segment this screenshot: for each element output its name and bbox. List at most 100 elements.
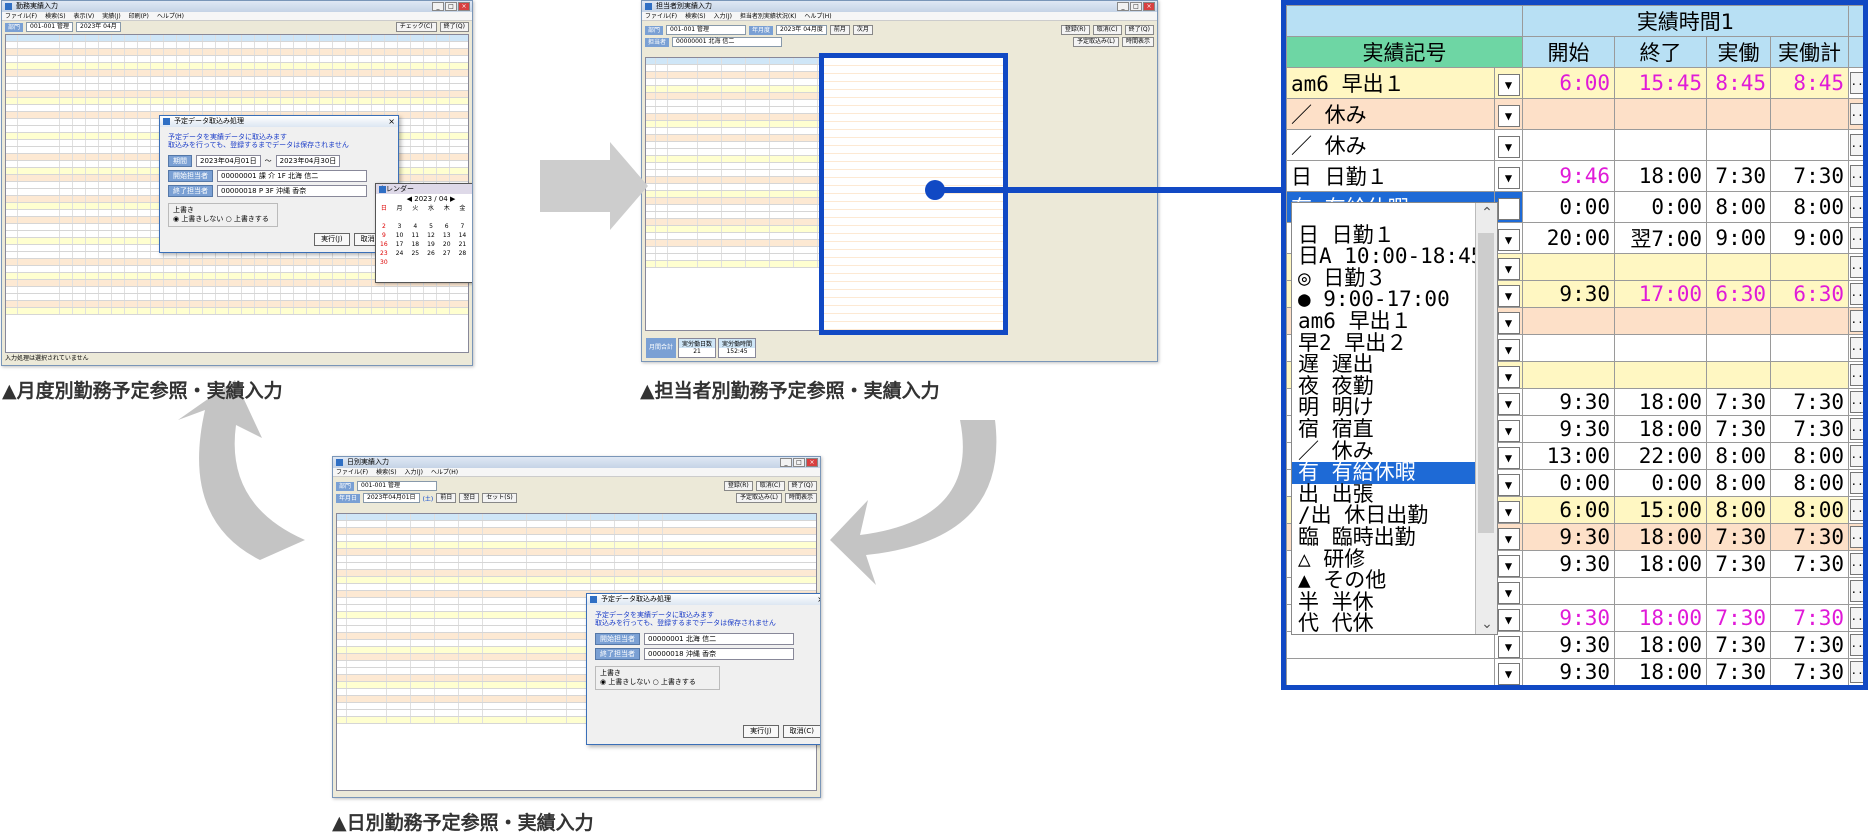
dropdown-arrow-icon[interactable]: ▼	[1497, 339, 1520, 361]
time-total-cell[interactable]: 8:00	[1770, 442, 1849, 470]
detail-button[interactable]: ...	[1848, 334, 1863, 362]
time-end-cell[interactable]: 18:00	[1614, 658, 1707, 685]
detail-button[interactable]: ...	[1848, 550, 1863, 578]
dropdown-option[interactable]: 有 有給休暇	[1292, 462, 1497, 484]
dropdown-scrollbar[interactable]: ⌃ ⌄	[1475, 203, 1497, 634]
time-total-cell[interactable]: 8:00	[1770, 191, 1849, 223]
dropdown-option[interactable]: 出 出張	[1292, 483, 1497, 506]
time-end-cell[interactable]: 18:00	[1614, 550, 1707, 578]
detail-button[interactable]: ...	[1848, 160, 1863, 192]
dropdown-option[interactable]: 日 日勤１	[1292, 224, 1497, 247]
time-end-cell[interactable]	[1614, 361, 1707, 389]
detail-button[interactable]: ...	[1848, 280, 1863, 308]
shift-code-dropdown[interactable]: ▼	[1494, 631, 1523, 659]
time-end-cell[interactable]	[1614, 129, 1707, 161]
dropdown-option[interactable]: 遅 遅出	[1292, 354, 1497, 376]
time-total-cell[interactable]	[1770, 361, 1849, 389]
time-end-cell[interactable]	[1614, 307, 1707, 335]
time-end-cell[interactable]	[1614, 577, 1707, 605]
detail-button[interactable]: ...	[1848, 604, 1863, 632]
time-end-cell[interactable]: 18:00	[1614, 523, 1707, 551]
detail-button[interactable]: ...	[1848, 253, 1863, 281]
time-start-cell[interactable]: 9:30	[1522, 550, 1615, 578]
time-work-cell[interactable]: 8:45	[1706, 67, 1771, 99]
time-total-cell[interactable]: 8:45	[1770, 67, 1849, 99]
time-work-cell[interactable]: 8:00	[1706, 442, 1771, 470]
shift-code-cell[interactable]: 日 日勤１	[1286, 160, 1495, 192]
dropdown-arrow-icon[interactable]: ▼	[1497, 447, 1520, 469]
time-start-cell[interactable]: 0:00	[1522, 191, 1615, 223]
shift-code-dropdown[interactable]: ▼	[1495, 686, 1523, 691]
time-end-cell[interactable]: 18:00	[1614, 604, 1707, 632]
time-start-cell[interactable]: 0:00	[1522, 469, 1615, 497]
time-work-cell[interactable]: 7:30	[1706, 415, 1771, 443]
time-start-cell[interactable]: 13:00	[1522, 442, 1615, 470]
dropdown-option[interactable]: 明 明け	[1292, 397, 1497, 419]
dropdown-arrow-icon[interactable]: ▼	[1497, 636, 1520, 658]
time-work-cell[interactable]: 8:00	[1706, 469, 1771, 497]
time-work-cell[interactable]: 7:30	[1706, 604, 1771, 632]
time-total-cell[interactable]: 8:00	[1770, 469, 1849, 497]
time-total-cell[interactable]: 8:00	[1770, 496, 1849, 524]
time-end-cell[interactable]	[1614, 253, 1707, 281]
time-total-cell[interactable]: 7:30	[1770, 631, 1849, 659]
time-work-cell[interactable]: 7:30	[1706, 388, 1771, 416]
shift-code-cell[interactable]	[1286, 631, 1495, 659]
time-start-cell[interactable]	[1522, 307, 1615, 335]
detail-button[interactable]: ...	[1848, 129, 1863, 161]
dropdown-option[interactable]: ▲ その他	[1292, 569, 1497, 592]
detail-button[interactable]: ...	[1848, 496, 1863, 524]
shift-code-dropdown[interactable]: ▼	[1494, 658, 1523, 685]
time-end-cell[interactable]: 18:00	[1614, 631, 1707, 659]
time-start-cell[interactable]	[1522, 334, 1615, 362]
dropdown-option[interactable]: 臨 臨時出勤	[1292, 526, 1497, 549]
time-work-cell[interactable]: 7:30	[1706, 160, 1771, 192]
time-end-cell[interactable]: 0:00	[1614, 469, 1707, 497]
shift-code-dropdown[interactable]: ▼	[1494, 550, 1523, 578]
dropdown-option[interactable]	[1292, 203, 1497, 225]
detail-button[interactable]: ...	[1848, 222, 1863, 254]
time-end-cell[interactable]: 18:00	[1614, 160, 1707, 192]
dropdown-arrow-icon[interactable]: ▼	[1497, 582, 1520, 604]
time-total-cell[interactable]	[1770, 307, 1849, 335]
time-work-cell[interactable]: 8:00	[1706, 496, 1771, 524]
dropdown-option[interactable]: /出 休日出勤	[1292, 505, 1497, 527]
dropdown-option[interactable]: △ 研修	[1292, 548, 1497, 571]
time-end-cell[interactable]: 15:00	[1614, 496, 1707, 524]
dropdown-option[interactable]: ● 9:00-17:00	[1292, 289, 1497, 311]
time-work-cell[interactable]	[1706, 253, 1771, 281]
dropdown-option[interactable]: 夜 夜勤	[1292, 375, 1497, 398]
dropdown-arrow-icon[interactable]: ▼	[1497, 609, 1520, 631]
time-start-cell[interactable]	[1522, 361, 1615, 389]
time-total-cell[interactable]: 7:30	[1770, 415, 1849, 443]
scroll-thumb[interactable]	[1478, 233, 1494, 533]
shift-code-dropdown[interactable]: ▼	[1494, 334, 1523, 362]
shift-code-dropdown[interactable]: ▼	[1494, 280, 1523, 308]
dropdown-arrow-icon[interactable]: ▼	[1497, 420, 1520, 442]
time-total-cell[interactable]: 9:00	[1770, 222, 1849, 254]
detail-button[interactable]: ...	[1848, 658, 1863, 685]
shift-code-cell[interactable]: 遅 遅出	[1287, 686, 1495, 691]
time-total-cell[interactable]: 7:30	[1770, 523, 1849, 551]
time-work-cell[interactable]: 6:30	[1706, 280, 1771, 308]
shift-code-dropdown[interactable]: ▼	[1494, 98, 1523, 130]
time-end-cell[interactable]: 18:00	[1614, 415, 1707, 443]
time-work-cell[interactable]: 7:30	[1706, 523, 1771, 551]
time-start-cell[interactable]: 9:46	[1522, 160, 1615, 192]
time-work-cell[interactable]: 7:30	[1706, 658, 1771, 685]
dropdown-arrow-icon[interactable]: ▼	[1497, 501, 1520, 523]
time-work-cell[interactable]	[1706, 98, 1771, 130]
time-start-cell[interactable]: 9:30	[1522, 523, 1615, 551]
dropdown-arrow-icon[interactable]: ▼	[1497, 74, 1520, 96]
time-end-cell[interactable]: 22:00	[1615, 686, 1707, 691]
dropdown-option[interactable]: 早2 早出２	[1292, 332, 1497, 355]
time-start-cell[interactable]	[1522, 253, 1615, 281]
time-total-cell[interactable]: 7:30	[1770, 550, 1849, 578]
time-start-cell[interactable]: 6:00	[1522, 496, 1615, 524]
detail-button[interactable]: ...	[1848, 442, 1863, 470]
time-start-cell[interactable]: 9:30	[1522, 388, 1615, 416]
time-work-cell[interactable]	[1706, 129, 1771, 161]
time-end-cell[interactable]	[1614, 334, 1707, 362]
dropdown-option[interactable]: 半 半休	[1292, 591, 1497, 614]
dropdown-arrow-icon[interactable]: ▼	[1497, 229, 1520, 251]
